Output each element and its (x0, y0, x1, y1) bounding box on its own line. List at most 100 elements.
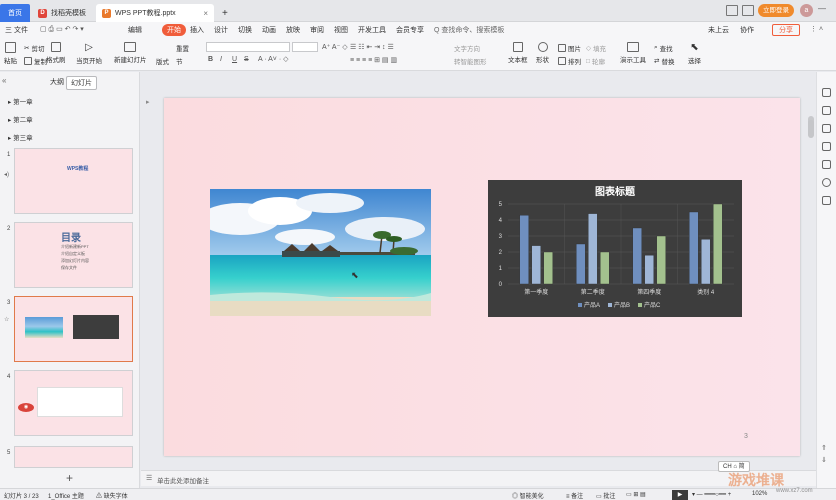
select-button[interactable]: ⬉ 选择 (688, 42, 701, 65)
replace-button[interactable]: ⇄ 替换 (654, 56, 674, 66)
layout-button[interactable]: 版式 (156, 56, 169, 66)
new-slide-button[interactable]: 新建幻灯片 (114, 42, 147, 64)
rocket-icon[interactable] (822, 88, 831, 97)
collapse-panel-icon[interactable]: « (2, 76, 6, 85)
notes-toggle[interactable]: ≡ 备注 (566, 491, 583, 500)
vertical-scrollbar[interactable] (808, 120, 814, 138)
watermark-url: www.xz7.com (776, 488, 813, 494)
picture-button[interactable]: 图片 (558, 43, 581, 53)
convert-smartart-button[interactable]: 转智能图形 (454, 56, 487, 66)
more-menu-icon[interactable]: ⋮ ˄ (810, 25, 823, 33)
cut-button[interactable]: ✂ 剪切 (24, 43, 44, 53)
list-icons[interactable]: ☰ ☷ ⇤ ⇥ ↕ ☰ (350, 43, 394, 51)
font-color-icons[interactable]: A · A˅ · ◇ (258, 55, 288, 63)
underline-button[interactable]: U (232, 56, 237, 63)
notes-placeholder[interactable]: 单击此处添加备注 (157, 475, 209, 485)
bar (600, 251, 610, 285)
avatar[interactable]: a (800, 4, 813, 17)
comments-toggle[interactable]: ▭ 批注 (596, 491, 615, 500)
new-tab-button[interactable]: + (216, 4, 234, 22)
tab-outline[interactable]: 大纲 (46, 76, 68, 88)
menu-view[interactable]: 视图 (334, 25, 348, 35)
window-tile-icon[interactable] (742, 5, 754, 16)
slideshow-play-button[interactable]: ▶ (672, 490, 688, 500)
add-slide-button[interactable]: + (0, 470, 139, 488)
fill-button[interactable]: ◇ 填充 (586, 43, 606, 53)
brush-tool-icon[interactable] (822, 106, 831, 115)
thumb-number: 1 (7, 152, 11, 158)
slide-thumb-4[interactable]: ◉ (14, 370, 133, 436)
slide-thumb-1[interactable]: WPS教程 (14, 148, 133, 214)
tab-home[interactable]: 首页 (0, 4, 30, 22)
menu-member[interactable]: 会员专享 (396, 25, 424, 35)
font-grow-icons[interactable]: A⁺ A⁻ ◇ (322, 43, 348, 51)
presenter-tools-button[interactable]: 演示工具 (620, 42, 646, 64)
align-icons[interactable]: ≡ ≡ ≡ ≡ ⊞ ▤ ▥ (350, 56, 397, 64)
reset-button[interactable]: 重置 (176, 43, 189, 53)
cloud-status[interactable]: 未上云 (708, 25, 729, 35)
slide-thumb-5[interactable] (14, 446, 133, 468)
beautify-button[interactable]: ◎ 智能美化 (512, 491, 544, 500)
edit-menu[interactable]: 编辑 (128, 25, 142, 35)
picture-icon (558, 44, 566, 52)
play-from-current-button[interactable]: ▷ 当页开始 (76, 42, 102, 65)
collab-button[interactable]: 协作 (740, 25, 754, 35)
slide-thumb-3[interactable] (14, 296, 133, 362)
window-layout-icon[interactable] (726, 5, 738, 16)
menu-design[interactable]: 设计 (214, 25, 228, 35)
tab-template-store[interactable]: D 找稻壳模板 (32, 4, 94, 22)
animation-tool-icon[interactable] (822, 124, 831, 133)
minimize-icon[interactable]: — (818, 4, 826, 13)
settings-tool-icon[interactable] (822, 196, 831, 205)
tab-slides[interactable]: 幻灯片 (66, 76, 97, 90)
menu-dev-tools[interactable]: 开发工具 (358, 25, 386, 35)
menu-transition[interactable]: 切换 (238, 25, 252, 35)
italic-button[interactable]: I (220, 56, 222, 63)
login-button[interactable]: 立即登录 (758, 4, 794, 17)
find-button[interactable]: ⌕ 查找 (654, 43, 673, 53)
legend-label: 产品A (584, 301, 600, 309)
slide-thumb-2[interactable]: 目录 介绍新建新PPT 介绍自定义板 添加幻灯片内容 保存文件 (14, 222, 133, 288)
strike-button[interactable]: S (244, 56, 249, 63)
brush-icon (50, 42, 61, 52)
shape-button[interactable]: 形状 (536, 42, 549, 64)
menu-insert[interactable]: 插入 (190, 25, 204, 35)
text-direction-button[interactable]: 文字方向 (454, 43, 480, 53)
notes-bar[interactable]: ☰ 单击此处添加备注 (141, 470, 821, 486)
search-command-input[interactable]: Q 查找命令、搜索模板 (434, 25, 504, 35)
scroll-down-icon[interactable]: ⇓ (821, 456, 827, 464)
beach-photo[interactable] (210, 189, 431, 316)
menu-review[interactable]: 审阅 (310, 25, 324, 35)
quick-access-icons[interactable]: ▢ ⎙ ▭ ↶ ↷ ▾ (40, 25, 84, 34)
menu-slideshow[interactable]: 放映 (286, 25, 300, 35)
transition-tool-icon[interactable] (822, 142, 831, 151)
format-painter-button[interactable]: 格式刷 (46, 42, 66, 64)
chart-object[interactable]: 图表标题 0 1 2 3 4 5 第一季度 第二季度 第四季度 类别 4 产品A 产品B 产品C (488, 180, 742, 317)
close-tab-icon[interactable]: × (203, 9, 208, 18)
missing-font-button[interactable]: ⚠ 缺失字体 (96, 491, 128, 500)
view-mode-icons[interactable]: ▭ ⊞ ▤ (626, 491, 646, 498)
menu-animation[interactable]: 动画 (262, 25, 276, 35)
paste-button[interactable]: 粘贴 (4, 42, 17, 65)
menu-home[interactable]: 开始 (162, 24, 186, 36)
tab-document[interactable]: P WPS PPT教程.pptx × (96, 4, 214, 22)
section-1[interactable]: ▸ 第一章 (8, 96, 33, 106)
copy-button[interactable]: 复制 (24, 56, 47, 66)
font-name-select[interactable] (206, 42, 290, 52)
font-size-select[interactable] (292, 42, 318, 52)
zoom-level[interactable]: 102% (752, 491, 767, 497)
location-icon[interactable] (822, 178, 831, 187)
share-button[interactable]: 分享 (772, 24, 800, 36)
textbox-button[interactable]: 文本框 (508, 42, 528, 64)
section-3[interactable]: ▸ 第三章 (8, 132, 33, 142)
section-2[interactable]: ▸ 第二章 (8, 114, 33, 124)
arrange-button[interactable]: 排列 (558, 56, 581, 66)
outline-button[interactable]: □ 轮廓 (586, 56, 605, 67)
bold-button[interactable]: B (208, 56, 213, 63)
menu-bar: 三 文件 ▢ ⎙ ▭ ↶ ↷ ▾ 编辑 开始 插入 设计 切换 动画 放映 审阅… (0, 22, 836, 39)
layout-tool-icon[interactable] (822, 160, 831, 169)
file-menu[interactable]: 三 文件 (5, 25, 28, 35)
section-button[interactable]: 节 (176, 56, 183, 66)
scroll-up-icon[interactable]: ⇑ (821, 444, 827, 452)
zoom-slider[interactable]: ▾ — ━━━○━━ + (692, 491, 731, 498)
